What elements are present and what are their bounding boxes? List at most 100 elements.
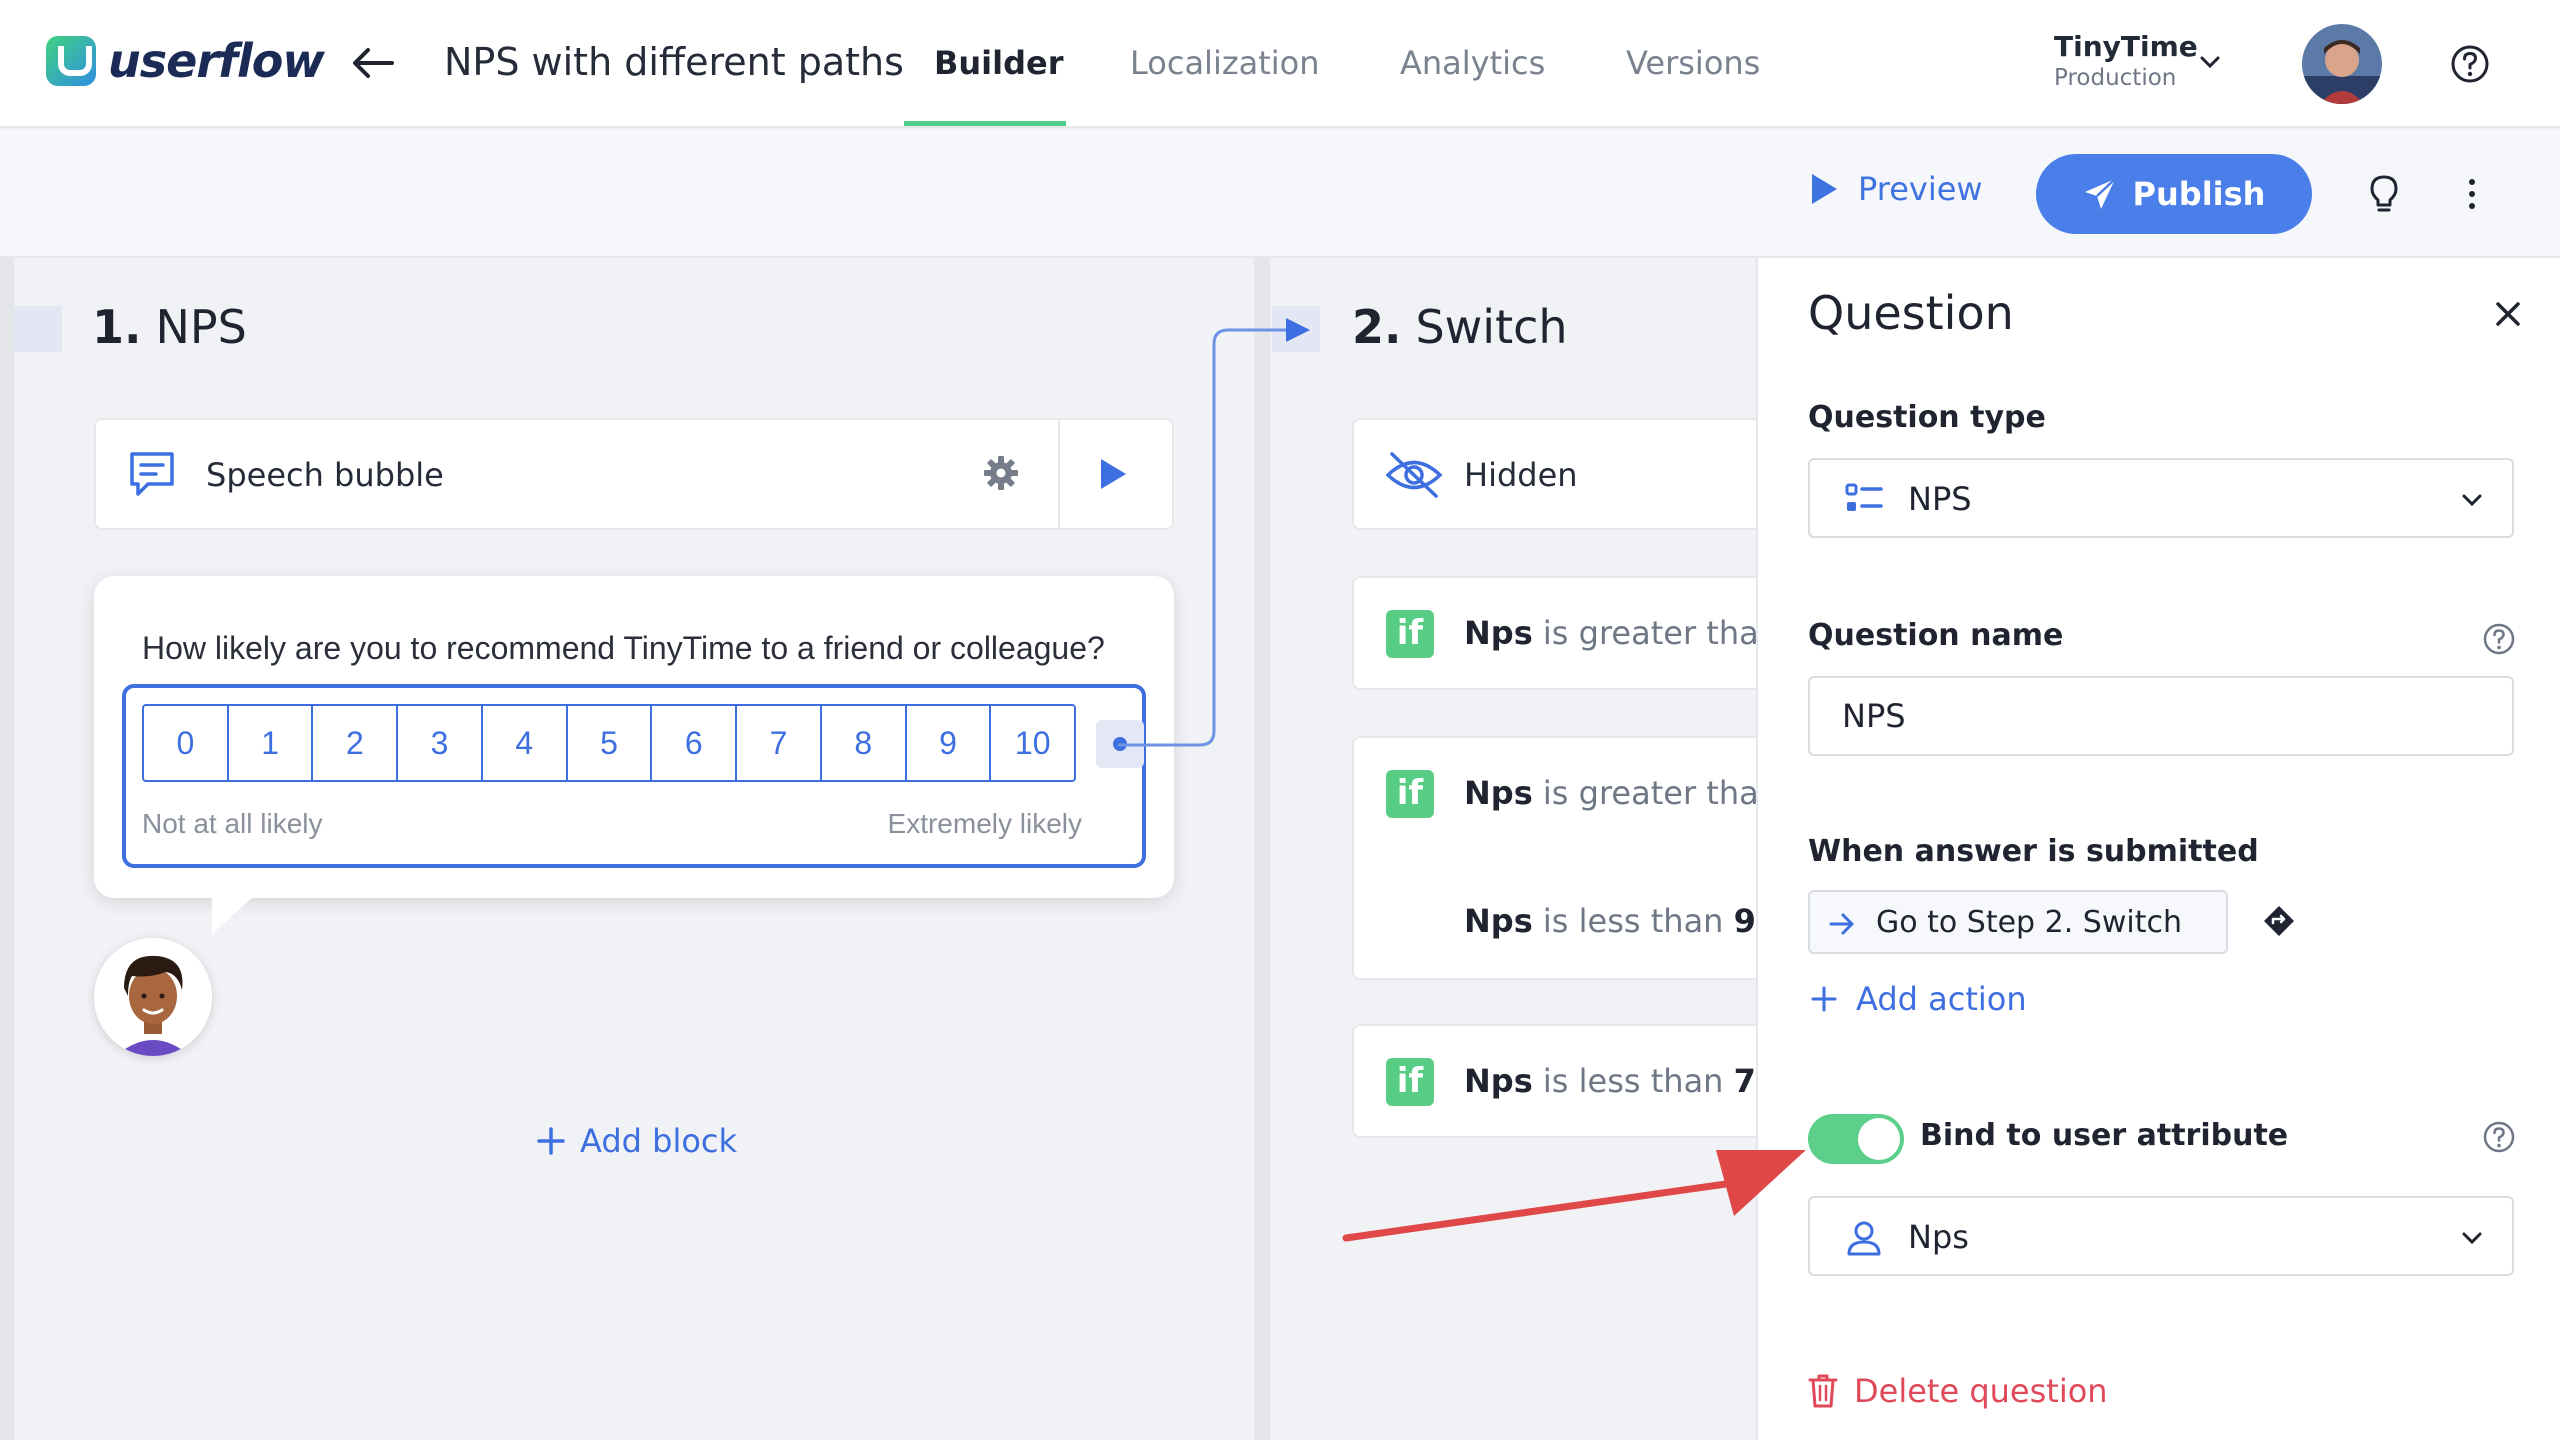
question-type-value: NPS	[1908, 480, 1972, 518]
active-tab-indicator	[904, 121, 1066, 126]
environment-switcher[interactable]: TinyTime Production	[2054, 30, 2198, 91]
tab-localization[interactable]: Localization	[1130, 44, 1320, 82]
nps-option-1[interactable]: 1	[226, 704, 314, 782]
panel-title: Question	[1808, 286, 2014, 340]
top-bar: userflow NPS with different paths Builde…	[0, 0, 2560, 128]
list-options-icon	[1845, 483, 1883, 511]
nps-option-9[interactable]: 9	[904, 704, 992, 782]
nps-question-selected[interactable]: 0 1 2 3 4 5 6 7 8 9 10 Not at all likely…	[122, 684, 1146, 868]
user-icon	[1847, 1221, 1881, 1256]
submit-action-label: When answer is submitted	[1808, 834, 2259, 869]
more-vertical-icon[interactable]	[2462, 176, 2482, 212]
condition-block-3[interactable]: if Nps is less than 7	[1352, 1024, 1772, 1138]
nps-option-4[interactable]: 4	[480, 704, 568, 782]
goto-step-action[interactable]: Go to Step 2. Switch	[1808, 890, 2228, 954]
tab-analytics[interactable]: Analytics	[1400, 44, 1545, 82]
trash-icon	[1808, 1374, 1838, 1408]
nps-option-0[interactable]: 0	[142, 704, 229, 782]
chevron-down-icon[interactable]	[2196, 48, 2224, 76]
nps-option-3[interactable]: 3	[396, 704, 483, 782]
environment-sub: Production	[2054, 65, 2177, 91]
add-action-label: Add action	[1856, 980, 2027, 1018]
nps-option-10[interactable]: 10	[989, 704, 1077, 782]
user-attribute-select[interactable]: Nps	[1808, 1196, 2514, 1276]
flow-title: NPS with different paths	[444, 40, 904, 84]
annotation-arrow-line	[1342, 1178, 1744, 1242]
condition-text: Nps is less than 7	[1464, 1062, 1756, 1100]
send-icon	[2084, 178, 2116, 209]
preview-step-button[interactable]	[1058, 420, 1166, 528]
add-action-button[interactable]: Add action	[1810, 980, 2027, 1018]
help-icon[interactable]	[2450, 44, 2490, 84]
nps-option-8[interactable]: 8	[819, 704, 907, 782]
add-block-button[interactable]: Add block	[536, 1122, 737, 1160]
nps-option-7[interactable]: 7	[735, 704, 822, 782]
eye-off-icon	[1385, 452, 1443, 498]
nps-high-label: Extremely likely	[887, 808, 1082, 839]
condition-diamond-icon[interactable]	[2262, 904, 2296, 938]
play-icon	[1812, 174, 1837, 204]
environment-name: TinyTime	[2054, 30, 2198, 63]
nps-question-text: How likely are you to recommend TinyTime…	[142, 630, 1105, 666]
help-icon[interactable]	[2482, 1120, 2516, 1154]
goto-step-label: Go to Step 2. Switch	[1876, 905, 2182, 940]
bubble-tail	[212, 894, 256, 934]
question-panel: Question Question type NPS Question name…	[1756, 258, 2560, 1440]
speech-bubble-block[interactable]: Speech bubble	[94, 418, 1174, 530]
delete-question-button[interactable]: Delete question	[1808, 1372, 2108, 1410]
nps-scale: 0 1 2 3 4 5 6 7 8 9 10	[142, 704, 1077, 782]
tab-builder[interactable]: Builder	[934, 44, 1064, 82]
logo-text: userflow	[108, 34, 325, 88]
chevron-down-icon	[2462, 494, 2482, 507]
userflow-logo[interactable]: userflow	[46, 34, 325, 88]
question-type-label: Question type	[1808, 400, 2046, 435]
nps-option-5[interactable]: 5	[565, 704, 653, 782]
chevron-down-icon	[2462, 1232, 2482, 1245]
condition-block-1[interactable]: if Nps is greater than 8	[1352, 576, 1811, 690]
back-arrow-icon[interactable]	[348, 38, 398, 88]
arrow-right-icon	[1829, 913, 1854, 935]
condition-block-2[interactable]: if Nps is greater than 6 Nps is less tha…	[1352, 736, 1811, 980]
condition-text: Nps is less than 9	[1464, 902, 1756, 940]
connector-handle[interactable]	[1096, 720, 1144, 768]
step-2-entry-marker	[1272, 306, 1320, 352]
bind-attribute-toggle[interactable]	[1808, 1114, 1904, 1164]
help-icon[interactable]	[2482, 622, 2516, 656]
nps-option-2[interactable]: 2	[311, 704, 399, 782]
if-icon: if	[1386, 1058, 1434, 1106]
add-block-label: Add block	[580, 1122, 738, 1160]
gear-icon[interactable]	[982, 454, 1020, 492]
if-icon: if	[1386, 770, 1434, 818]
hidden-label: Hidden	[1464, 456, 1578, 494]
step-1-title[interactable]: 1. NPS	[92, 300, 247, 354]
step-2-title[interactable]: 2. Switch	[1352, 300, 1568, 354]
if-icon: if	[1386, 610, 1434, 658]
column-divider	[1254, 258, 1270, 1440]
userflow-logo-icon	[46, 36, 96, 86]
plus-icon	[537, 1127, 565, 1155]
user-avatar[interactable]	[2302, 24, 2382, 104]
close-icon[interactable]	[2490, 296, 2526, 332]
question-type-select[interactable]: NPS	[1808, 458, 2514, 538]
plus-icon	[1811, 986, 1837, 1012]
publish-button[interactable]: Publish	[2036, 154, 2312, 234]
delete-question-label: Delete question	[1854, 1372, 2108, 1410]
editor-toolbar: Preview Publish	[0, 130, 2560, 258]
question-name-input[interactable]	[1808, 676, 2514, 756]
persona-avatar	[94, 938, 212, 1056]
bind-attribute-label: Bind to user attribute	[1920, 1118, 2289, 1153]
preview-button[interactable]: Preview	[1808, 170, 1983, 208]
user-attribute-value: Nps	[1908, 1218, 1969, 1256]
tab-versions[interactable]: Versions	[1626, 44, 1760, 82]
lightbulb-icon[interactable]	[2366, 174, 2402, 214]
hidden-block[interactable]: Hidden	[1352, 418, 1772, 530]
preview-label: Preview	[1858, 170, 1983, 208]
step-1-entry-marker	[14, 306, 62, 352]
block-label: Speech bubble	[206, 456, 444, 494]
nps-speech-bubble: How likely are you to recommend TinyTime…	[94, 576, 1174, 934]
publish-label: Publish	[2132, 175, 2266, 213]
nps-option-6[interactable]: 6	[650, 704, 738, 782]
play-icon	[1101, 459, 1126, 489]
nps-low-label: Not at all likely	[142, 808, 323, 839]
speech-bubble-icon	[130, 452, 174, 496]
